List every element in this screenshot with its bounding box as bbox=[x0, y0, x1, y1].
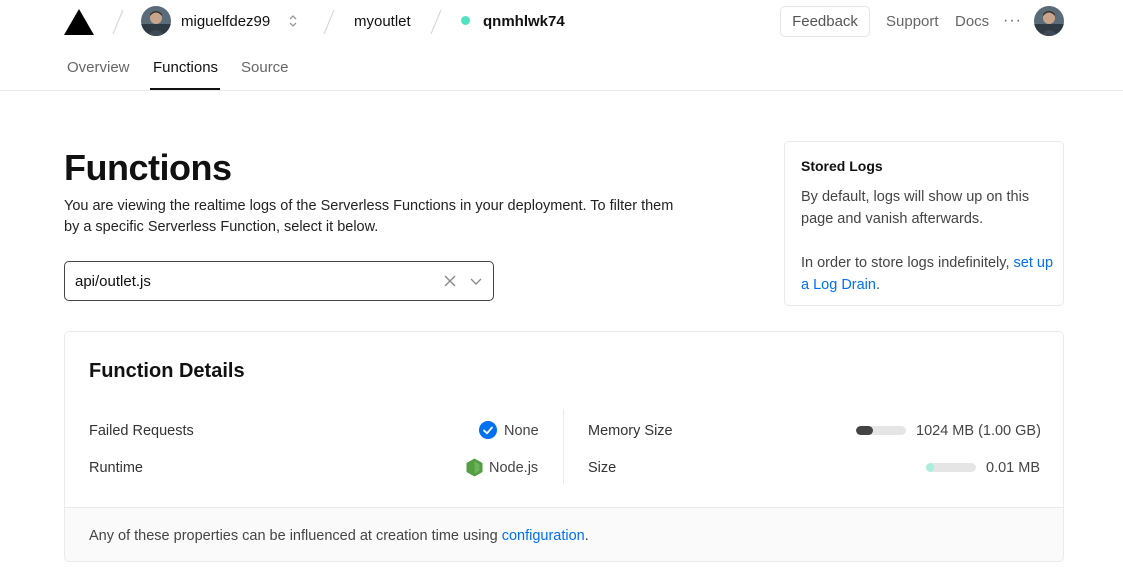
nodejs-icon bbox=[466, 458, 483, 477]
size-bar-fill bbox=[926, 463, 934, 472]
function-details-footer: Any of these properties can be influence… bbox=[65, 507, 1063, 561]
feedback-button[interactable]: Feedback bbox=[780, 6, 870, 37]
stored-logs-drain-suffix: . bbox=[875, 277, 880, 293]
docs-link[interactable]: Docs bbox=[955, 12, 989, 32]
deployment-status-dot-icon bbox=[461, 16, 470, 25]
chevron-down-icon[interactable] bbox=[469, 274, 483, 288]
function-select[interactable]: api/outlet.js bbox=[64, 261, 494, 301]
tab-source[interactable]: Source bbox=[241, 58, 289, 78]
account-avatar-icon[interactable] bbox=[1034, 6, 1064, 36]
deployment-id[interactable]: qnmhlwk74 bbox=[483, 12, 565, 32]
project-name[interactable]: myoutlet bbox=[354, 12, 411, 32]
function-details-card: Function Details Failed Requests None Ru… bbox=[64, 331, 1064, 562]
details-divider bbox=[563, 409, 564, 484]
stored-logs-drain-prefix: In order to store logs indefinitely, bbox=[801, 255, 1014, 271]
configuration-link[interactable]: configuration bbox=[502, 528, 585, 544]
active-tab-indicator bbox=[150, 88, 220, 90]
more-menu-icon[interactable]: ··· bbox=[1003, 12, 1022, 30]
footer-suffix: . bbox=[584, 528, 589, 544]
close-icon[interactable] bbox=[443, 274, 457, 288]
runtime-value: Node.js bbox=[489, 460, 539, 476]
user-avatar-icon[interactable] bbox=[141, 6, 171, 36]
function-details-title: Function Details bbox=[89, 360, 245, 382]
tab-overview[interactable]: Overview bbox=[67, 58, 130, 78]
memory-size-label: Memory Size bbox=[588, 423, 673, 439]
page-title: Functions bbox=[64, 147, 232, 188]
footer-prefix: Any of these properties can be influence… bbox=[89, 528, 502, 544]
vercel-logo-icon[interactable] bbox=[64, 9, 94, 35]
memory-size-bar-fill bbox=[856, 426, 873, 435]
support-link[interactable]: Support bbox=[886, 12, 939, 32]
memory-size-bar bbox=[856, 426, 906, 435]
size-value: 0.01 MB bbox=[986, 460, 1040, 476]
user-name[interactable]: miguelfdez99 bbox=[181, 12, 270, 32]
failed-requests-value: None bbox=[504, 423, 539, 439]
chevron-up-down-icon[interactable] bbox=[287, 12, 299, 30]
sub-navigation: Overview Functions Source bbox=[0, 44, 1123, 91]
stored-logs-text: By default, logs will show up on this pa… bbox=[801, 189, 1030, 227]
footer-text: Any of these properties can be influence… bbox=[89, 527, 589, 545]
separator-slash-icon bbox=[323, 9, 335, 35]
stored-logs-title: Stored Logs bbox=[801, 158, 883, 174]
stored-logs-drain-text: In order to store logs indefinitely, set… bbox=[801, 252, 1056, 296]
failed-requests-label: Failed Requests bbox=[89, 423, 194, 439]
memory-size-value: 1024 MB (1.00 GB) bbox=[916, 423, 1041, 439]
stored-logs-card: Stored Logs By default, logs will show u… bbox=[784, 141, 1064, 306]
top-bar: miguelfdez99 myoutlet qnmhlwk74 Feedback… bbox=[0, 0, 1123, 44]
tab-functions[interactable]: Functions bbox=[153, 58, 218, 78]
separator-slash-icon bbox=[430, 9, 442, 35]
check-circle-icon bbox=[479, 421, 497, 439]
runtime-label: Runtime bbox=[89, 460, 143, 476]
function-select-value: api/outlet.js bbox=[75, 273, 151, 290]
size-bar bbox=[926, 463, 976, 472]
size-label: Size bbox=[588, 460, 617, 476]
separator-slash-icon bbox=[112, 9, 124, 35]
page-description: You are viewing the realtime logs of the… bbox=[64, 198, 674, 235]
